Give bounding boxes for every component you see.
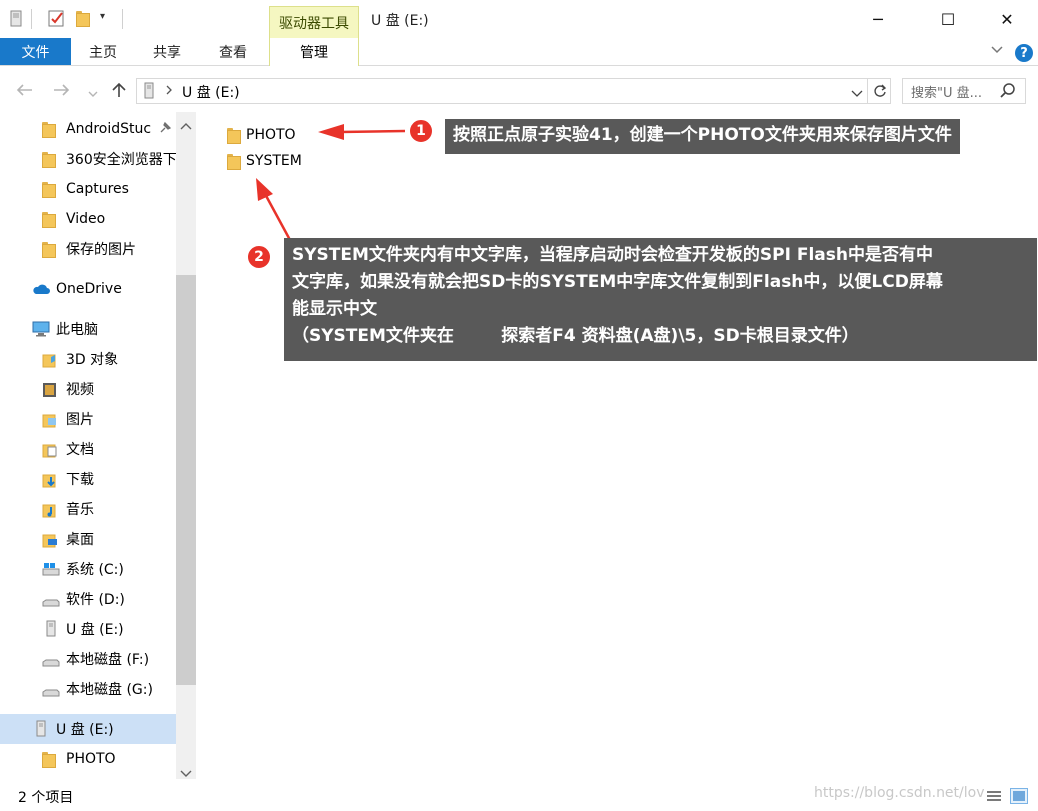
item-count: 2 个项目 [18,790,74,806]
annotation-badge-1: 1 [408,118,434,144]
large-icons-view-icon[interactable] [1010,788,1028,804]
watermark: https://blog.csdn.net/lov [814,785,985,801]
annotation-2-line: 能显示中文 [292,299,377,319]
details-view-icon[interactable] [986,789,1002,807]
annotation-callout-2: SYSTEM文件夹内有中文字库，当程序启动时会检查开发板的SPI Flash中是… [284,238,1037,361]
annotation-callout-1: 按照正点原子实验41，创建一个PHOTO文件夹用来保存图片文件 [445,119,960,154]
annotation-2-line: （SYSTEM文件夹在 探索者F4 资料盘(A盘)\5，SD卡根目录文件） [292,326,859,346]
annotation-badge-2: 2 [246,244,272,270]
annotation-2-line: 文字库，如果没有就会把SD卡的SYSTEM中字库文件复制到Flash中，以便LC… [292,272,943,292]
annotation-2-line: SYSTEM文件夹内有中文字库，当程序启动时会检查开发板的SPI Flash中是… [292,245,934,265]
